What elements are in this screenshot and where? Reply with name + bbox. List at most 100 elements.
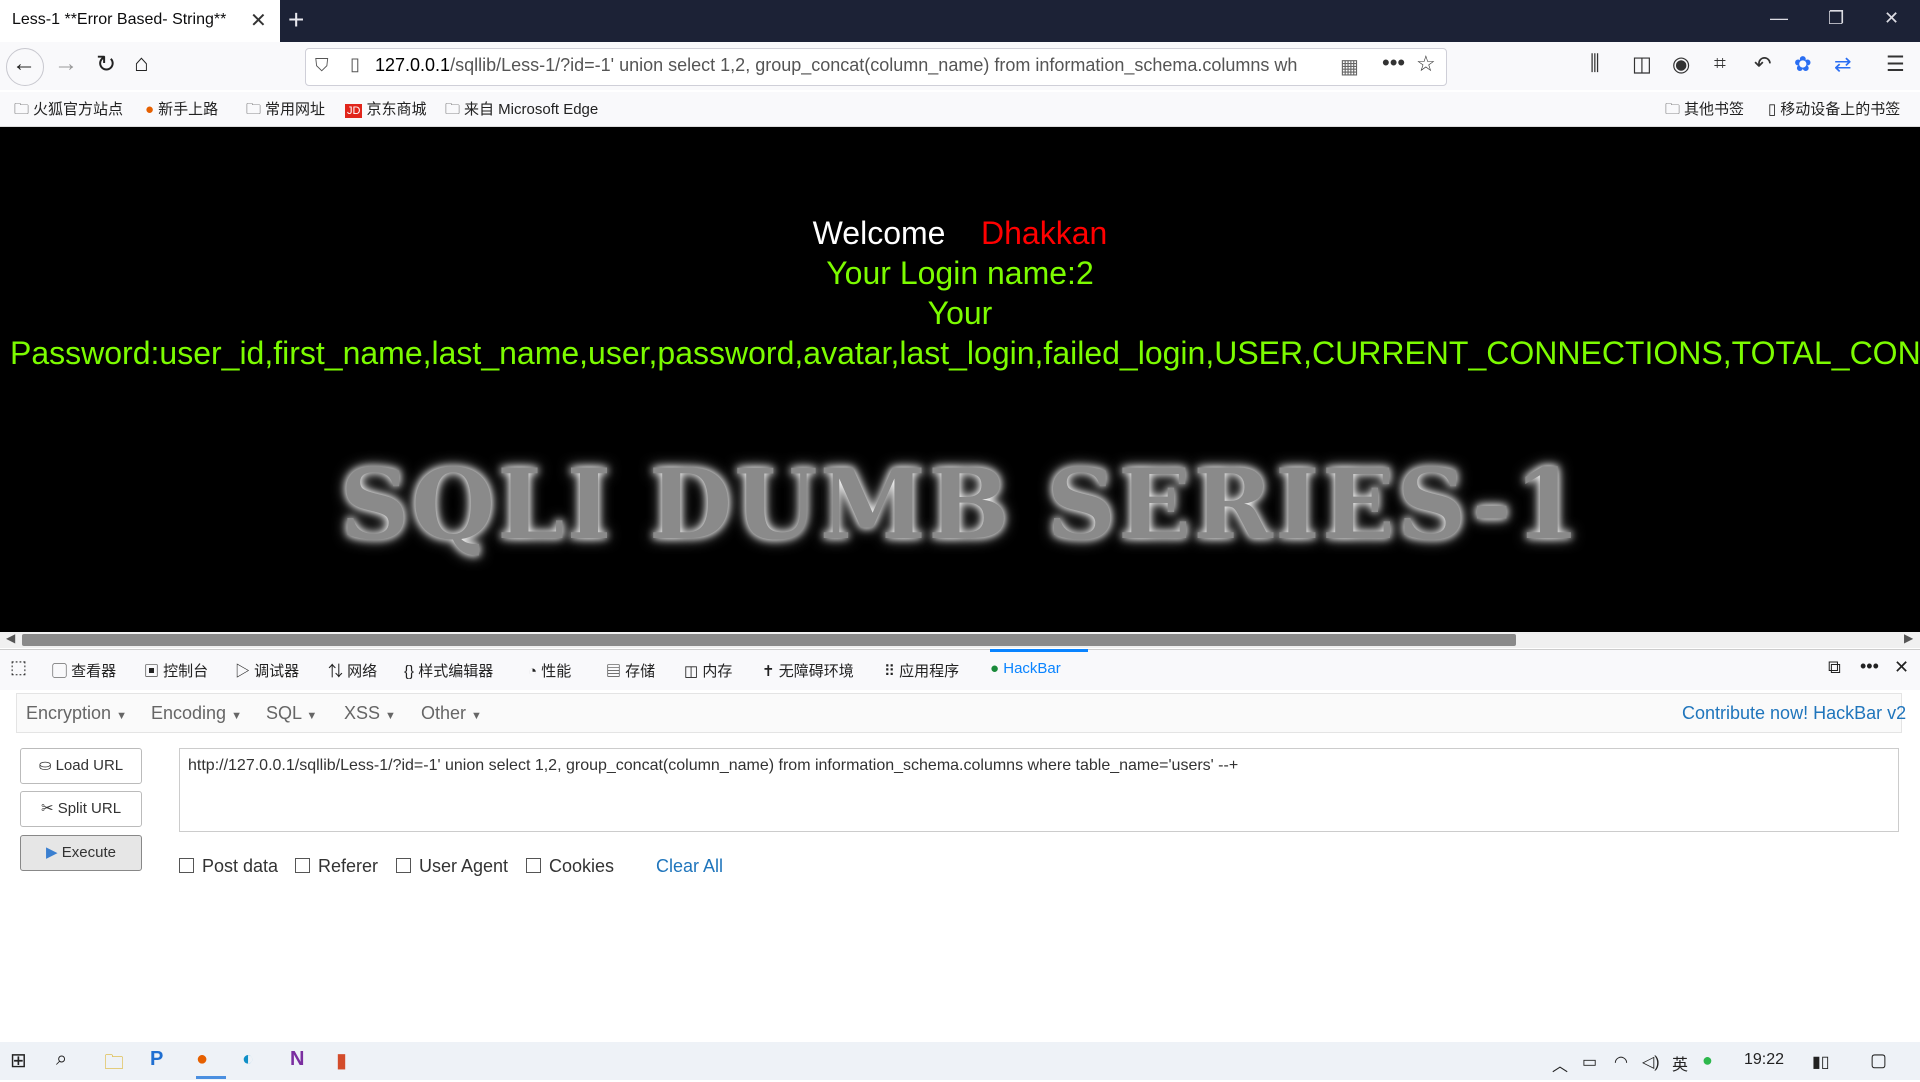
bookmark-label: 火狐官方站点 [33, 101, 124, 118]
tray-chevron-icon[interactable]: ︿ [1552, 1052, 1568, 1076]
back-arrow-icon[interactable]: ← [12, 50, 36, 78]
contribute-link[interactable]: Contribute now! HackBar v2 [1682, 703, 1906, 724]
scissors-icon: ✂ [40, 800, 58, 817]
page-info-icon[interactable]: ▯ [350, 54, 360, 75]
file-explorer-icon[interactable]: 🗀 [104, 1048, 124, 1082]
tab-console[interactable]: ▣ 控制台 [144, 660, 208, 681]
home-icon[interactable]: ⌂ [134, 50, 149, 78]
checkbox-box[interactable] [526, 858, 541, 873]
tab-inspector[interactable]: ▢ 查看器 [52, 660, 116, 681]
undo-icon[interactable]: ↶ [1754, 52, 1772, 77]
windows-start-icon[interactable]: ⊞ [10, 1048, 27, 1073]
caret-down-icon: ▼ [471, 710, 482, 722]
checkbox-box[interactable] [295, 858, 310, 873]
tab-label: 网络 [347, 663, 378, 680]
close-window-icon[interactable]: ✕ [1884, 8, 1899, 29]
element-picker-icon[interactable]: ⬚ [10, 657, 27, 678]
checkbox-label: Post data [202, 856, 279, 876]
bookmark-jd[interactable]: JD 京东商城 [345, 98, 426, 119]
close-devtools-icon[interactable]: ✕ [1894, 657, 1909, 678]
bookmark-star-icon[interactable]: ☆ [1416, 51, 1436, 77]
menu-xss[interactable]: XSS ▼ [344, 703, 396, 724]
screenshot-crop-icon[interactable]: ⌗ [1714, 52, 1726, 76]
forward-arrow-icon[interactable]: → [54, 50, 78, 78]
tab-style-editor[interactable]: {} 样式编辑器 [404, 660, 493, 681]
sidebar-icon[interactable]: ◫ [1632, 52, 1652, 77]
checkbox-box[interactable] [396, 858, 411, 873]
bookmark-firefox-site[interactable]: 🗀 火狐官方站点 [14, 98, 123, 124]
firefox-taskbar-icon[interactable]: ● [196, 1048, 208, 1071]
referer-checkbox[interactable]: Referer [295, 856, 378, 877]
bookmark-from-edge[interactable]: 🗀 来自 Microsoft Edge [445, 98, 598, 124]
notification-icon[interactable]: ▢ [1870, 1050, 1887, 1071]
url-text[interactable]: 127.0.0.1/sqllib/Less-1/?id=-1' union se… [375, 55, 1330, 76]
welcome-line: Welcome Dhakkan [0, 215, 1920, 252]
url-textarea[interactable]: http://127.0.0.1/sqllib/Less-1/?id=-1' u… [179, 748, 1899, 832]
checkbox-box[interactable] [179, 858, 194, 873]
button-label: Load URL [55, 757, 124, 774]
tab-debugger[interactable]: ▷ 调试器 [235, 660, 299, 681]
devtools-menu-icon[interactable]: ••• [1860, 656, 1879, 677]
extension-paw-icon[interactable]: ✿ [1794, 52, 1812, 77]
user-agent-checkbox[interactable]: User Agent [396, 856, 508, 877]
folder-icon: 🗀 [1665, 101, 1681, 118]
new-tab-icon[interactable]: + [288, 4, 304, 36]
scrollbar-thumb[interactable] [22, 634, 1516, 646]
bookmark-mobile[interactable]: ▯ 移动设备上的书签 [1768, 98, 1900, 119]
menu-other[interactable]: Other ▼ [421, 703, 482, 724]
tab-hackbar[interactable]: ● HackBar [990, 660, 1061, 677]
your-text: Your [927, 295, 993, 331]
scroll-left-icon[interactable]: ◀ [6, 631, 15, 645]
tab-network[interactable]: ⇅ 网络 [328, 660, 377, 681]
app-p-icon[interactable]: P [150, 1048, 163, 1071]
menu-encryption[interactable]: Encryption ▼ [26, 703, 127, 724]
search-icon[interactable]: ⌕ [56, 1048, 67, 1071]
burp-icon[interactable]: ▮ [336, 1048, 347, 1073]
clock-time[interactable]: 19:22 [1744, 1051, 1784, 1069]
clear-all-link[interactable]: Clear All [656, 856, 723, 877]
library-icon[interactable]: ⫼ [1590, 52, 1600, 76]
tab-application[interactable]: ⠿ 应用程序 [884, 660, 959, 681]
split-url-button[interactable]: ✂ Split URL [20, 791, 142, 827]
menu-encoding[interactable]: Encoding ▼ [151, 703, 242, 724]
onenote-icon[interactable]: N [290, 1048, 304, 1071]
ime-indicator[interactable]: 英 [1672, 1051, 1688, 1075]
windows-taskbar [0, 1042, 1920, 1080]
restore-icon[interactable]: ❐ [1828, 8, 1844, 29]
scroll-right-icon[interactable]: ▶ [1904, 631, 1913, 645]
minimize-icon[interactable]: — [1770, 8, 1788, 29]
qr-code-icon[interactable]: ▦ [1340, 54, 1359, 79]
tab-performance[interactable]: ◔ 性能 [528, 660, 571, 681]
tab-label: 查看器 [71, 663, 117, 680]
firefox-icon: ● [145, 101, 155, 118]
close-tab-icon[interactable]: ✕ [250, 8, 267, 33]
bookmark-common-sites[interactable]: 🗀 常用网址 [246, 98, 325, 124]
bookmark-other[interactable]: 🗀 其他书签 [1665, 98, 1744, 124]
app-tray-icon[interactable]: ● [1702, 1050, 1713, 1071]
more-actions-icon[interactable]: ••• [1382, 50, 1405, 76]
performance-icon: ◔ [528, 663, 542, 680]
shield-icon[interactable]: ⛉ [315, 55, 329, 76]
execute-button[interactable]: ▶ Execute [20, 835, 142, 871]
menu-sql[interactable]: SQL ▼ [266, 703, 317, 724]
tab-storage[interactable]: ▤ 存储 [606, 660, 655, 681]
user-name-text: Dhakkan [981, 215, 1108, 251]
load-url-button[interactable]: ⛀ Load URL [20, 748, 142, 784]
bookmark-getting-started[interactable]: ● 新手上路 [145, 98, 218, 119]
cookies-checkbox[interactable]: Cookies [526, 856, 614, 877]
dock-side-icon[interactable]: ⧉ [1828, 657, 1841, 678]
folder-icon: 🗀 [445, 101, 461, 118]
wifi-icon[interactable]: ◠ [1614, 1052, 1628, 1072]
reload-icon[interactable]: ↻ [96, 50, 116, 79]
tab-memory[interactable]: ◫ 内存 [684, 660, 732, 681]
post-data-checkbox[interactable]: Post data [179, 856, 278, 877]
tab-accessibility[interactable]: ✝ 无障碍环境 [762, 660, 854, 681]
battery-icon[interactable]: ▭ [1582, 1052, 1597, 1072]
volume-icon[interactable]: ◁) [1642, 1052, 1660, 1072]
sync-icon[interactable]: ⇄ [1834, 52, 1852, 77]
stats-icon[interactable]: ▮▯ [1812, 1052, 1830, 1072]
edge-icon[interactable]: ◐ [242, 1048, 254, 1071]
account-icon[interactable]: ◉ [1672, 52, 1690, 77]
tab-label: 调试器 [254, 663, 300, 680]
menu-hamburger-icon[interactable]: ☰ [1886, 52, 1905, 77]
